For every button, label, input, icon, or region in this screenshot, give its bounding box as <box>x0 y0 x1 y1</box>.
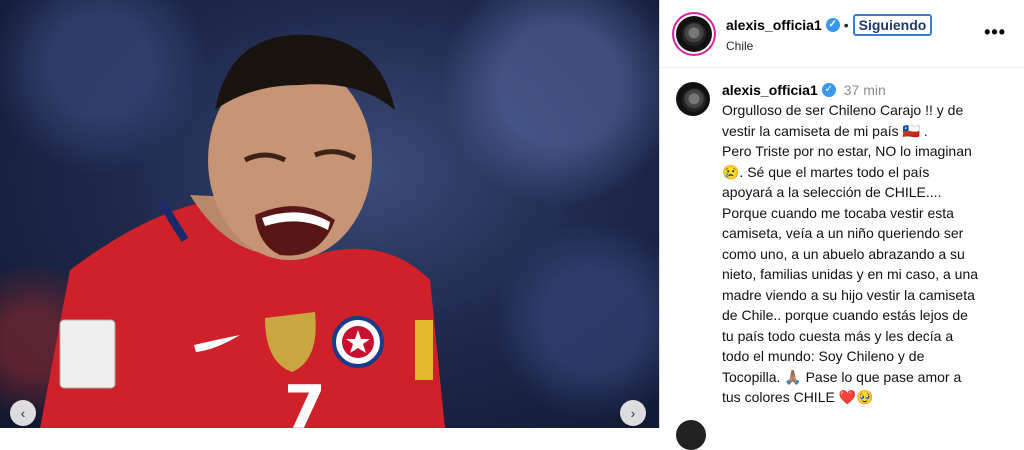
author-username[interactable]: alexis_officia1 <box>726 17 822 33</box>
post-photo[interactable]: 7 ‹ › <box>0 0 659 428</box>
caption-avatar[interactable] <box>676 82 710 116</box>
caption-text: Orgulloso de ser Chileno Carajo !! y de … <box>722 102 979 405</box>
post-caption: alexis_officia1 ✓ 37 min Orgulloso de se… <box>660 68 1024 408</box>
separator-dot: • <box>843 17 849 33</box>
post-timestamp[interactable]: 37 min <box>844 82 886 98</box>
lion-icon <box>682 21 706 46</box>
author-avatar[interactable] <box>676 15 712 52</box>
carousel-prev-button[interactable]: ‹ <box>10 400 36 426</box>
carousel-next-button[interactable]: › <box>620 400 646 426</box>
chevron-right-icon: › <box>630 405 636 421</box>
post-side-panel: alexis_officia1 ✓ • Siguiendo Chile ••• … <box>659 0 1024 450</box>
player-illustration: 7 <box>40 34 445 428</box>
verified-icon: ✓ <box>821 83 836 97</box>
more-icon[interactable]: ••• <box>984 23 1006 41</box>
qualifiers-badge <box>59 319 116 389</box>
caption-username[interactable]: alexis_officia1 <box>722 82 818 98</box>
post-header: alexis_officia1 ✓ • Siguiendo Chile ••• <box>660 0 1024 68</box>
post-location[interactable]: Chile <box>726 39 932 53</box>
following-button[interactable]: Siguiendo <box>852 14 933 36</box>
instagram-post: 7 ‹ › alexis_officia1 ✓ • Siguiendo Chil… <box>0 0 1024 450</box>
comment-avatar[interactable] <box>676 420 706 450</box>
lion-icon <box>682 88 706 112</box>
jersey-number: 7 <box>284 373 326 428</box>
verified-icon: ✓ <box>825 18 840 32</box>
chevron-left-icon: ‹ <box>20 405 26 421</box>
